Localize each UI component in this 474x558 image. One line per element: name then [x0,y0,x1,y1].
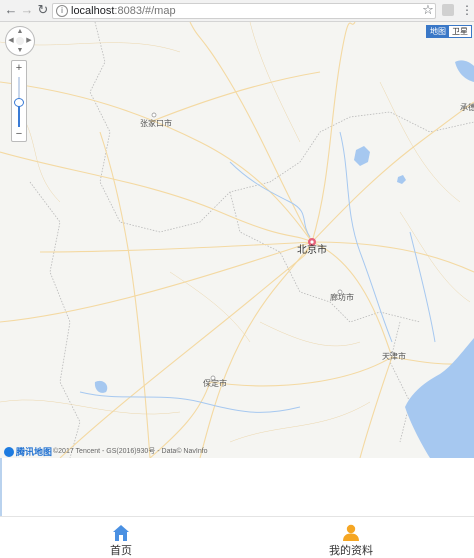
extension-icon[interactable] [442,4,454,16]
bookmark-star-icon[interactable]: ☆ [421,3,435,17]
tencent-logo-icon [4,446,14,457]
label-baoding: 保定市 [203,379,227,388]
pan-center [16,37,24,45]
tencent-map-logo: 腾讯地图 [4,446,52,457]
reload-icon[interactable]: ↻ [36,3,50,17]
address-bar[interactable]: i localhost:8083/#/map [52,3,436,19]
label-langfang: 廊坊市 [330,293,354,302]
pan-up-icon[interactable]: ▲ [16,28,24,36]
tab-home-label: 首页 [110,545,132,557]
zoom-slider-handle[interactable] [14,98,24,107]
tab-home[interactable]: 首页 [81,524,161,558]
browser-toolbar: ← → ↻ i localhost:8083/#/map ☆ ⋮ [0,0,474,22]
tab-profile-label: 我的资料 [329,545,373,557]
url-text: localhost:8083/#/map [71,5,176,17]
home-icon [112,524,130,542]
pan-control[interactable]: ▲ ▼ ◀ ▶ [5,26,35,56]
map-view[interactable]: 张家口市 北京市 廊坊市 天津市 保定市 承德 ▲ ▼ ◀ ▶ + − 地图 卫… [0,22,474,458]
zoom-in-button[interactable]: + [12,62,26,74]
map-type-standard-button[interactable]: 地图 [427,26,449,37]
map-canvas [0,22,474,458]
back-arrow-icon[interactable]: ← [4,3,18,17]
label-beijing: 北京市 [297,245,327,256]
zoom-out-button[interactable]: − [12,128,26,140]
pan-left-icon[interactable]: ◀ [7,37,15,45]
forward-arrow-icon[interactable]: → [20,3,34,17]
tab-profile[interactable]: 我的资料 [311,524,391,558]
bottom-tab-bar: 首页 我的资料 [0,516,474,557]
label-chengde: 承德 [460,103,474,112]
browser-menu-icon[interactable]: ⋮ [461,3,473,17]
map-type-switch: 地图 卫星 [426,25,472,38]
map-copyright: ©2017 Tencent - GS(2016)930号 - Data© Nav… [53,448,208,455]
user-icon [342,524,360,542]
label-tianjin: 天津市 [382,352,406,361]
zoom-control: + − [11,60,27,142]
label-zhangjiakou: 张家口市 [140,119,172,128]
map-type-satellite-button[interactable]: 卫星 [449,26,471,37]
pan-right-icon[interactable]: ▶ [25,37,33,45]
left-edge-line [0,458,2,518]
info-icon[interactable]: i [56,5,68,17]
pan-down-icon[interactable]: ▼ [16,47,24,55]
